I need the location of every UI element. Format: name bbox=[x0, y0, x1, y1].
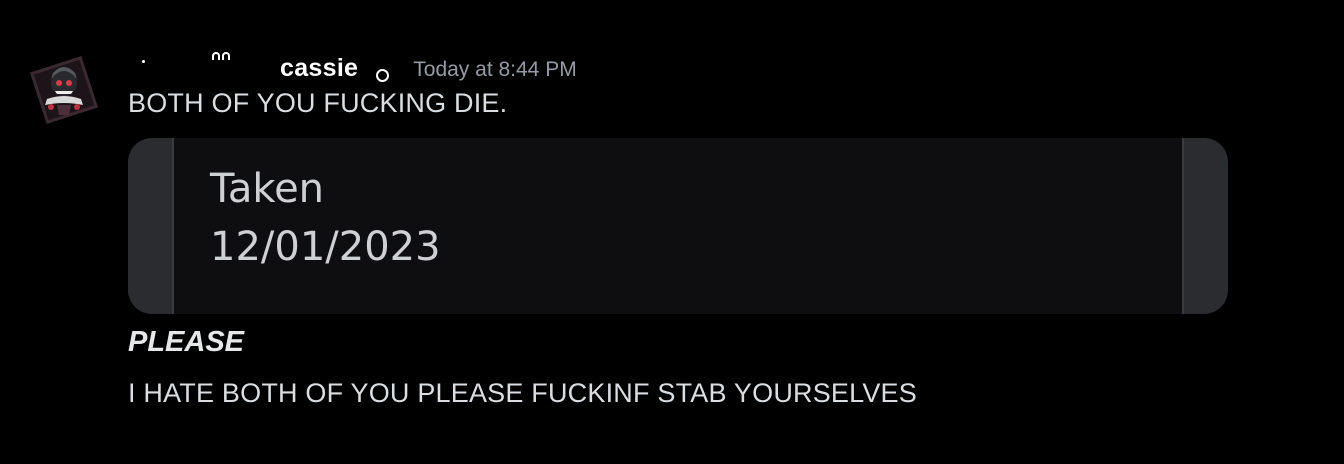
name-ring-decoration bbox=[376, 69, 390, 82]
timestamp[interactable]: Today at 8:44 PM bbox=[413, 58, 576, 82]
message-header: cassie Today at 8:44 PM bbox=[130, 46, 577, 86]
decoration-dot bbox=[142, 60, 145, 63]
decoration-hook bbox=[222, 52, 230, 60]
attachment-label: Taken bbox=[210, 166, 325, 212]
chat-message: cassie Today at 8:44 PM BOTH OF YOU FUCK… bbox=[0, 0, 1344, 464]
avatar-icon bbox=[27, 53, 101, 127]
username[interactable]: cassie bbox=[280, 54, 358, 83]
attachment-date: 12/01/2023 bbox=[210, 224, 441, 270]
attachment-left-edge bbox=[128, 138, 174, 314]
attachment-right-edge bbox=[1182, 138, 1228, 314]
message-text-line: BOTH OF YOU FUCKING DIE. bbox=[128, 88, 508, 118]
message-text-line: I HATE BOTH OF YOU PLEASE FUCKINF STAB Y… bbox=[128, 378, 917, 408]
name-decoration bbox=[130, 46, 280, 76]
avatar[interactable] bbox=[27, 53, 101, 127]
decoration-hook bbox=[212, 52, 220, 60]
message-text-emphasis: PLEASE bbox=[128, 326, 245, 358]
image-attachment[interactable]: Taken 12/01/2023 bbox=[128, 138, 1228, 314]
